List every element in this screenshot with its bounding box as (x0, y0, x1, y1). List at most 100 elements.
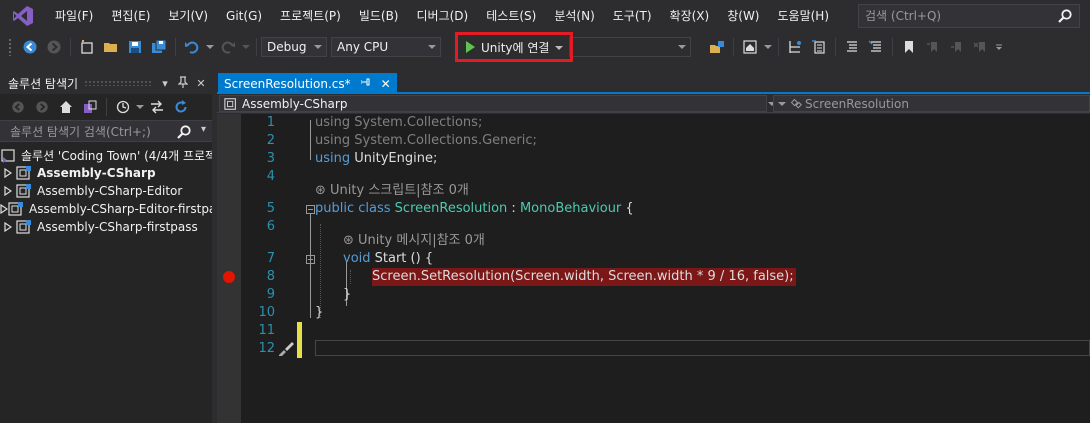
menu-item[interactable]: 도구(T) (604, 0, 661, 32)
window-position-dropdown-icon[interactable]: ▾ (158, 77, 172, 90)
forward-icon[interactable] (43, 36, 65, 58)
global-search-placeholder: 검색 (Ctrl+Q) (865, 9, 942, 23)
menu-item[interactable]: 도움말(H) (769, 0, 839, 32)
next-bookmark-icon[interactable] (946, 36, 968, 58)
close-icon[interactable]: ✕ (194, 77, 208, 90)
back-icon[interactable] (7, 96, 29, 118)
toolbar-separator (835, 38, 836, 56)
menu-item[interactable]: 빌드(B) (350, 0, 408, 32)
menu-item[interactable]: 확장(X) (661, 0, 719, 32)
undo-dropdown-icon[interactable] (205, 36, 215, 58)
unsaved-change-marker (297, 322, 302, 358)
toolbar-overflow-icon[interactable] (994, 36, 1004, 58)
project-node[interactable]: Assembly-CSharp-firstpass (0, 218, 212, 236)
menu-item[interactable]: 테스트(S) (477, 0, 545, 32)
bookmark-icon[interactable] (898, 36, 920, 58)
tab-screenresolution-cs[interactable]: ScreenResolution.cs* ✕ (218, 73, 397, 94)
expand-arrow-icon[interactable] (0, 168, 16, 178)
project-navigation-dropdown[interactable]: Assembly-CSharp (219, 95, 776, 112)
project-node[interactable]: Assembly-CSharp (0, 164, 212, 182)
home-icon[interactable] (55, 96, 77, 118)
line-number: 3 (266, 151, 275, 166)
menu-item[interactable]: 분석(N) (545, 0, 603, 32)
codelens-references[interactable]: ⊛ Unity 스크립트|참조 0개 (315, 182, 469, 200)
breakpoint-icon[interactable] (223, 271, 235, 283)
step-into-icon[interactable] (784, 36, 806, 58)
startup-item-select[interactable] (569, 37, 691, 57)
menu-item[interactable]: 창(W) (718, 0, 768, 32)
menu-item[interactable]: 프로젝트(P) (271, 0, 350, 32)
project-node[interactable]: Assembly-CSharp-Editor-firstpass (0, 200, 212, 218)
menu-item[interactable]: Git(G) (217, 0, 271, 32)
pin-icon[interactable] (176, 75, 190, 91)
solution-node[interactable]: 솔루션 'Coding Town' (4/4개 프로젝트) (0, 146, 212, 164)
save-all-icon[interactable] (148, 36, 170, 58)
glyph-margin[interactable] (217, 114, 241, 423)
solution-icon (0, 147, 16, 163)
collapse-toggle[interactable] (306, 205, 315, 214)
redo-dropdown-icon[interactable] (241, 36, 251, 58)
type-navigation-dropdown[interactable]: ScreenResolution (773, 95, 1090, 112)
chevron-down-icon (778, 102, 786, 106)
code-text: : (507, 201, 520, 216)
switch-views-icon[interactable] (79, 96, 101, 118)
forward-icon[interactable] (31, 96, 53, 118)
code-line-1: using System.Collections; (315, 114, 482, 132)
expand-arrow-icon[interactable] (0, 222, 16, 232)
line-number: 7 (266, 251, 275, 266)
solution-configuration-select[interactable]: Debug (261, 37, 327, 57)
global-search-input[interactable]: 검색 (Ctrl+Q) (858, 4, 1080, 28)
title-grip (84, 80, 152, 86)
attach-to-unity-button[interactable]: Unity에 연결 (455, 32, 573, 62)
clear-bookmarks-icon[interactable] (970, 36, 992, 58)
filter-dropdown-icon[interactable] (136, 96, 144, 118)
solution-platform-select[interactable]: Any CPU (331, 37, 441, 57)
csharp-project-icon (224, 97, 236, 110)
sync-active-document-icon[interactable] (146, 96, 168, 118)
codelens-references[interactable]: ⊛ Unity 메시지|참조 0개 (343, 232, 485, 250)
pin-icon[interactable] (360, 77, 371, 90)
search-options-dropdown-icon[interactable]: ▾ (201, 124, 206, 135)
toolbar-grip[interactable] (8, 38, 12, 56)
expand-arrow-icon[interactable] (0, 186, 16, 196)
browser-link-icon[interactable] (706, 36, 728, 58)
step-over-icon[interactable] (808, 36, 830, 58)
save-icon[interactable] (124, 36, 146, 58)
line-number: 5 (266, 201, 275, 216)
chevron-down-icon[interactable] (555, 46, 564, 50)
comment-lines-icon[interactable] (841, 36, 863, 58)
refresh-icon[interactable] (170, 96, 192, 118)
paintbrush-icon[interactable] (277, 340, 295, 361)
project-node[interactable]: Assembly-CSharp-Editor (0, 182, 212, 200)
solution-explorer-title-bar[interactable]: 솔루션 탐색기 ▾ ✕ (0, 72, 212, 94)
solution-explorer-search-input[interactable]: 솔루션 탐색기 검색(Ctrl+;) ▾ (0, 120, 212, 142)
collapse-toggle[interactable] (306, 255, 315, 264)
menu-bar: 파일(F) 편집(E) 보기(V) Git(G) 프로젝트(P) 빌드(B) 디버그(D) 테… (0, 0, 1090, 32)
keyword: void (343, 251, 371, 266)
pending-changes-filter-icon[interactable] (112, 96, 134, 118)
code-editor[interactable]: 1 2 3 4 5 6 7 8 9 10 11 12 using System.… (217, 114, 1090, 423)
visual-studio-logo-icon[interactable] (10, 3, 36, 29)
previous-bookmark-icon[interactable] (922, 36, 944, 58)
unity-icon: ⊛ (343, 233, 354, 248)
new-project-icon[interactable] (76, 36, 98, 58)
solution-explorer-home-icon[interactable] (739, 36, 761, 58)
menu-item[interactable]: 보기(V) (159, 0, 217, 32)
undo-icon[interactable] (181, 36, 203, 58)
toolbar-separator (175, 38, 176, 56)
chevron-down-icon (678, 45, 686, 49)
redo-icon[interactable] (217, 36, 239, 58)
layout-dropdown-icon[interactable] (763, 36, 773, 58)
expand-arrow-icon[interactable] (0, 204, 8, 214)
menu-item[interactable]: 디버그(D) (408, 0, 478, 32)
menu-item[interactable]: 편집(E) (102, 0, 159, 32)
line-number: 10 (258, 305, 275, 320)
back-icon[interactable] (19, 36, 41, 58)
keyword: using (315, 133, 351, 148)
codelens-text: Unity 스크립트|참조 0개 (330, 183, 469, 198)
line-number: 12 (258, 341, 275, 356)
menu-item[interactable]: 파일(F) (46, 0, 102, 32)
open-folder-icon[interactable] (100, 36, 122, 58)
close-tab-icon[interactable]: ✕ (381, 77, 391, 91)
uncomment-lines-icon[interactable] (865, 36, 887, 58)
